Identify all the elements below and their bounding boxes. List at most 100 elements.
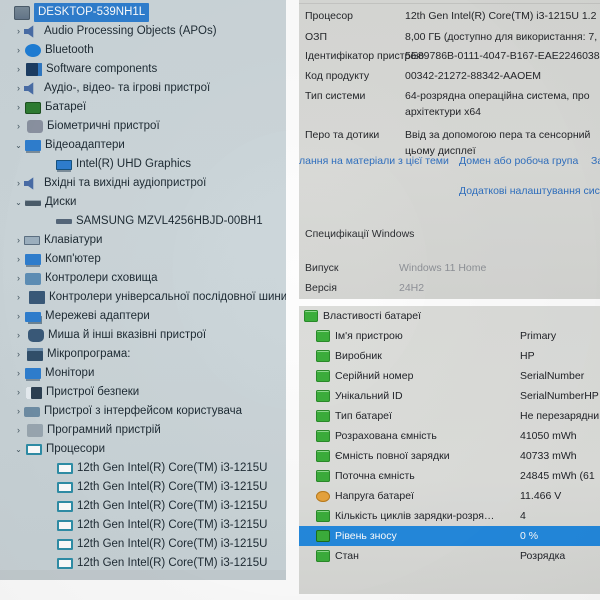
tree-node[interactable]: >12th Gen Intel(R) Core(TM) i3-1215U: [0, 478, 286, 497]
tree-node-label: DESKTOP-539NH1L: [34, 3, 150, 22]
tree-node[interactable]: >12th Gen Intel(R) Core(TM) i3-1215U: [0, 535, 286, 554]
tree-node[interactable]: › Audio Processing Objects (APOs): [0, 22, 286, 41]
tree-node[interactable]: › Батареї: [0, 98, 286, 117]
sysinfo-key: Тип системи: [305, 90, 366, 102]
system-link[interactable]: Додаткові налаштування системи: [459, 185, 600, 197]
tree-node[interactable]: >12th Gen Intel(R) Core(TM) i3-1215U: [0, 516, 286, 535]
chevron-right-icon[interactable]: ›: [13, 421, 24, 440]
tree-node[interactable]: › Мережеві адаптери: [0, 307, 286, 326]
battery-icon: [316, 430, 330, 442]
chevron-right-icon[interactable]: ›: [13, 326, 24, 345]
tree-node[interactable]: › Мікропрограма:: [0, 345, 286, 364]
battery-row[interactable]: Стан Розрядка: [299, 546, 600, 566]
chevron-right-icon[interactable]: ›: [13, 117, 24, 136]
system-link[interactable]: Домен або робоча група: [459, 155, 578, 167]
tree-node[interactable]: › Контролери сховища: [0, 269, 286, 288]
battery-row[interactable]: Кількість циклів зарядки-розря… 4: [299, 506, 600, 526]
chevron-right-icon[interactable]: ›: [13, 383, 24, 402]
tree-node[interactable]: › Пристрої з інтерфейсом користувача: [0, 402, 286, 421]
chevron-right-icon[interactable]: ›: [13, 307, 24, 326]
chevron-right-icon[interactable]: >: [3, 3, 14, 22]
tree-node[interactable]: > Intel(R) UHD Graphics: [0, 155, 286, 174]
battery-rows[interactable]: Ім'я пристрою Primary Виробник HP Серійний н…: [299, 326, 600, 566]
battery-panel-title: Властивості батареї: [299, 306, 600, 326]
tree-node[interactable]: › Контролери універсальної послідовної ши…: [0, 288, 286, 307]
chevron-right-icon[interactable]: ›: [13, 98, 24, 117]
tree-node[interactable]: ⌄ Диски: [0, 193, 286, 212]
network-adapter-icon: [25, 311, 41, 322]
chevron-right-icon[interactable]: ›: [13, 79, 24, 98]
sysinfo-value: Ввід за допомогою пера та сенсорний: [405, 129, 591, 141]
battery-row-key: Рівень зносу: [335, 530, 397, 542]
chevron-right-icon: >: [44, 535, 55, 554]
chevron-right-icon[interactable]: ›: [13, 269, 24, 288]
tree-node[interactable]: >12th Gen Intel(R) Core(TM) i3-1215U: [0, 554, 286, 573]
tree-node[interactable]: >12th Gen Intel(R) Core(TM) i3-1215U: [0, 459, 286, 478]
battery-icon: [304, 310, 318, 322]
battery-row-value: Не перезарядни: [520, 410, 600, 422]
chevron-right-icon[interactable]: ›: [13, 345, 24, 364]
battery-row[interactable]: Виробник HP: [299, 346, 600, 366]
system-link[interactable]: лання на матеріали з цієї теми: [299, 155, 449, 167]
tree-node[interactable]: › Bluetooth: [0, 41, 286, 60]
chevron-right-icon[interactable]: ›: [13, 41, 24, 60]
tree-node[interactable]: ⌄ Відеоадаптери: [0, 136, 286, 155]
battery-row-key: Поточна ємність: [335, 470, 415, 482]
tree-root-node[interactable]: > DESKTOP-539NH1L: [0, 3, 286, 22]
chevron-down-icon[interactable]: ⌄: [13, 193, 24, 212]
processor-icon: [57, 577, 73, 580]
tree-node[interactable]: ⌄ Процесори: [0, 440, 286, 459]
battery-row[interactable]: Ім'я пристрою Primary: [299, 326, 600, 346]
tree-node[interactable]: > SAMSUNG MZVL4256HBJD-00BH1: [0, 212, 286, 231]
battery-row[interactable]: Напруга батареї 11.466 V: [299, 486, 600, 506]
chevron-right-icon[interactable]: ›: [13, 231, 24, 250]
battery-icon: [316, 530, 330, 542]
battery-row-selected[interactable]: Рівень зносу 0 %: [299, 526, 600, 546]
battery-row-value: SerialNumberHP: [520, 390, 599, 402]
chevron-right-icon[interactable]: ›: [13, 22, 24, 41]
tree-node-label: Контролери універсальної послідовної шин…: [49, 291, 286, 303]
tree-node[interactable]: >12th Gen Intel(R) Core(TM) i3-1215U: [0, 497, 286, 516]
battery-row-value: 11.466 V: [520, 490, 562, 502]
chevron-right-icon[interactable]: ›: [13, 364, 24, 383]
biometric-icon: [27, 120, 43, 133]
tree-node[interactable]: › Біометричні пристрої: [0, 117, 286, 136]
tree-node[interactable]: >12th Gen Intel(R) Core(TM) i3-1215U: [0, 573, 286, 580]
firmware-icon: [27, 348, 43, 361]
battery-icon: [316, 410, 330, 422]
chevron-right-icon[interactable]: ›: [13, 250, 24, 269]
tree-node[interactable]: › Комп'ютер: [0, 250, 286, 269]
keyboard-icon: [24, 236, 40, 245]
disk-icon: [25, 199, 41, 206]
device-tree[interactable]: > DESKTOP-539NH1L › Audio Processing Object…: [0, 3, 286, 580]
tree-node-label: Миша й інші вказівні пристрої: [48, 329, 207, 341]
chevron-right-icon[interactable]: ›: [13, 402, 24, 421]
tree-node[interactable]: › Пристрої безпеки: [0, 383, 286, 402]
tree-node[interactable]: › Аудіо-, відео- та ігрові пристрої: [0, 79, 286, 98]
system-link[interactable]: Захис: [591, 155, 600, 167]
tree-node[interactable]: › Software components: [0, 60, 286, 79]
battery-row[interactable]: Унікальний ID SerialNumberHP: [299, 386, 600, 406]
tree-node-label: Контролери сховища: [45, 272, 158, 284]
battery-row-value: 0 %: [520, 530, 539, 542]
chevron-down-icon[interactable]: ⌄: [13, 440, 24, 459]
battery-row[interactable]: Ємність повної зарядки 40733 mWh: [299, 446, 600, 466]
chevron-right-icon[interactable]: ›: [13, 60, 24, 79]
battery-row[interactable]: Розрахована ємність 41050 mWh: [299, 426, 600, 446]
tree-node-label: Монітори: [45, 367, 95, 379]
tree-node[interactable]: › Миша й інші вказівні пристрої: [0, 326, 286, 345]
tree-node-label: Пристрої безпеки: [46, 386, 140, 398]
battery-row[interactable]: Поточна ємність 24845 mWh (61: [299, 466, 600, 486]
tree-node[interactable]: › Вхідні та вихідні аудіопристрої: [0, 174, 286, 193]
battery-row[interactable]: Серійний номер SerialNumber: [299, 366, 600, 386]
tree-node[interactable]: › Програмний пристрій: [0, 421, 286, 440]
battery-row-key: Ім'я пристрою: [335, 330, 403, 342]
chevron-right-icon[interactable]: ›: [13, 174, 24, 193]
battery-row[interactable]: Тип батареї Не перезарядни: [299, 406, 600, 426]
tree-node[interactable]: › Монітори: [0, 364, 286, 383]
chevron-down-icon[interactable]: ⌄: [13, 136, 24, 155]
tree-node[interactable]: › Клавіатури: [0, 231, 286, 250]
chevron-right-icon[interactable]: ›: [13, 288, 24, 307]
tree-node-label: Мережеві адаптери: [45, 310, 150, 322]
computer-icon: [14, 5, 30, 20]
